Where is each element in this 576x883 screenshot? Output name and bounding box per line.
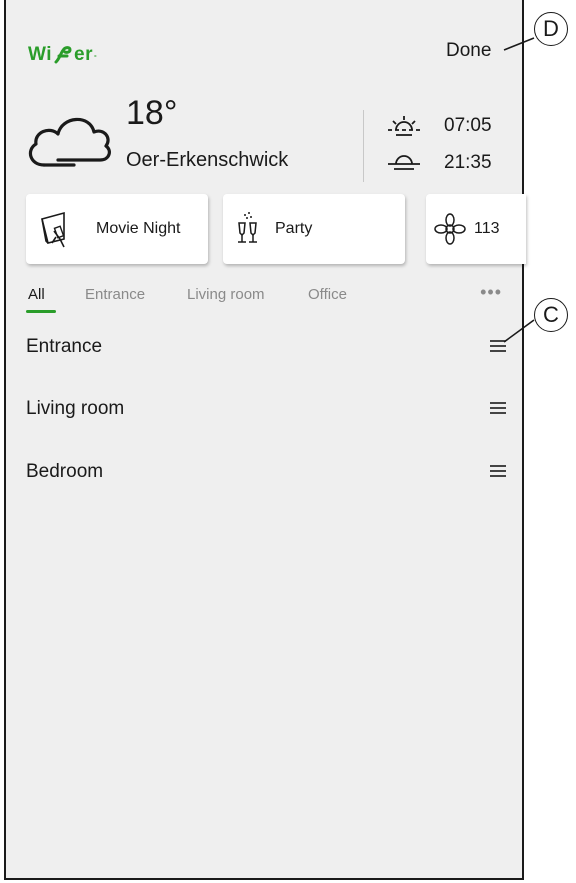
logo-text-start: Wi	[28, 44, 53, 65]
callout-c: C	[534, 298, 568, 332]
weather-divider	[363, 110, 364, 182]
room-row-entrance[interactable]: Entrance	[26, 332, 506, 362]
room-name: Living room	[26, 398, 125, 419]
flower-icon	[434, 213, 466, 245]
moment-label: Movie Night	[96, 220, 181, 237]
callout-d: D	[534, 12, 568, 46]
room-name: Bedroom	[26, 461, 104, 482]
tab-all[interactable]: All	[28, 286, 45, 303]
sunset-time: 21:35	[444, 152, 492, 173]
moment-card-113[interactable]: 113	[426, 194, 526, 264]
party-icon	[238, 212, 257, 243]
logo-swirl-icon	[54, 46, 72, 64]
room-row-living-room[interactable]: Living room	[26, 394, 506, 424]
sunset-row: 21:35	[384, 151, 492, 175]
moment-label: Party	[275, 220, 313, 237]
sunrise-row: 07:05	[384, 114, 492, 138]
wiser-logo: Wi er -	[28, 44, 97, 66]
more-tabs-button[interactable]: •••	[480, 282, 502, 303]
sunset-icon	[388, 155, 420, 170]
tab-entrance[interactable]: Entrance	[85, 286, 145, 303]
sunrise-icon	[388, 116, 420, 136]
city-name: Oer-Erkenschwick	[126, 149, 289, 171]
done-button[interactable]: Done	[446, 40, 491, 62]
logo-tm: -	[94, 50, 98, 60]
movie-icon	[41, 211, 65, 248]
tab-living-room[interactable]: Living room	[187, 286, 265, 303]
cloud-icon	[28, 117, 111, 167]
app-screen: Wi er - Done 18° Oer-Erkenschwick 07:05	[4, 0, 526, 880]
drag-handle-icon[interactable]	[490, 465, 506, 477]
moment-label: 113	[474, 220, 500, 237]
room-tabs: All Entrance Living room Office •••	[26, 282, 502, 313]
drag-handle-icon[interactable]	[490, 402, 506, 414]
room-name: Entrance	[26, 336, 103, 357]
moment-card-movie-night[interactable]: Movie Night	[26, 194, 208, 264]
room-row-bedroom[interactable]: Bedroom	[26, 457, 506, 487]
logo-text-end: er	[74, 44, 94, 65]
sunrise-time: 07:05	[444, 115, 492, 136]
temperature: 18°	[126, 94, 178, 132]
active-tab-indicator	[26, 310, 56, 313]
callout-d-leader	[503, 37, 535, 51]
moment-card-party[interactable]: Party	[223, 194, 405, 264]
tab-office[interactable]: Office	[308, 286, 347, 303]
